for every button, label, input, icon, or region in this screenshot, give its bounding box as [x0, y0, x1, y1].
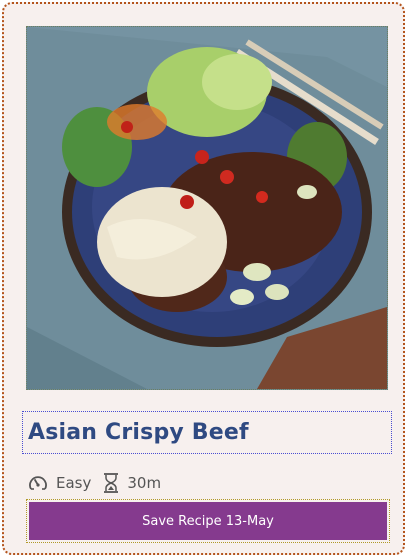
- recipe-title-box: Asian Crispy Beef: [22, 411, 392, 454]
- recipe-card: Asian Crispy Beef Easy 30m Save Recipe 1…: [2, 2, 405, 555]
- recipe-photo: [26, 26, 388, 390]
- gauge-icon: [28, 474, 48, 492]
- time-label: 30m: [127, 474, 162, 492]
- save-recipe-button[interactable]: Save Recipe 13-May: [29, 502, 387, 540]
- difficulty-label: Easy: [56, 474, 92, 492]
- recipe-meta: Easy 30m: [28, 470, 161, 496]
- recipe-photo-image: [27, 27, 387, 389]
- save-recipe-wrapper: Save Recipe 13-May: [26, 499, 390, 543]
- recipe-title: Asian Crispy Beef: [28, 420, 249, 445]
- hourglass-icon: [103, 473, 119, 493]
